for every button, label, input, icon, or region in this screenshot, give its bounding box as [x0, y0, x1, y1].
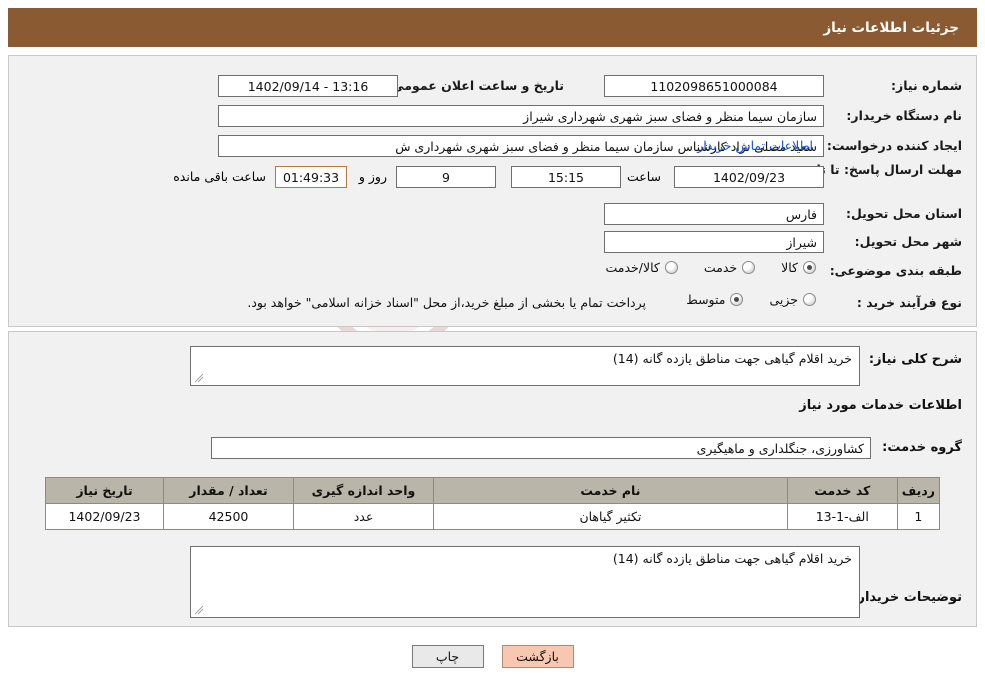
cell-service-name: تکثیر گیاهان [433, 503, 788, 530]
buyer-org-label: نام دستگاه خریدار: [846, 108, 962, 123]
cell-row: 1 [896, 503, 941, 530]
services-table-wrapper: ردیف کد خدمت نام خدمت واحد اندازه گیری ت… [45, 477, 941, 530]
cell-quantity: 42500 [163, 503, 294, 530]
category-option-label: کالا [781, 260, 798, 275]
radio-icon[interactable] [803, 293, 816, 306]
category-radio-group[interactable]: کالا خدمت کالا/خدمت [579, 260, 816, 275]
table-header-row: ردیف کد خدمت نام خدمت واحد اندازه گیری ت… [45, 477, 941, 504]
service-group-field[interactable]: کشاورزی، جنگلداری و ماهیگیری [211, 437, 871, 459]
services-table: ردیف کد خدمت نام خدمت واحد اندازه گیری ت… [45, 477, 941, 530]
col-unit: واحد اندازه گیری [293, 477, 434, 504]
countdown-field: 01:49:33 [275, 166, 347, 188]
category-label: طبقه بندی موضوعی: [829, 263, 962, 278]
time-label: ساعت [626, 169, 661, 184]
buyer-notes-label: توضیحات خریدار: [852, 590, 962, 605]
category-option-kala[interactable]: کالا [781, 260, 816, 275]
purchase-option-jozi[interactable]: جزیی [769, 292, 816, 307]
buyer-notes-value: خرید اقلام گیاهی جهت مناطق یازده گانه (1… [612, 551, 852, 566]
city-field[interactable]: شیراز [604, 231, 824, 253]
general-desc-value: خرید اقلام گیاهی جهت مناطق یازده گانه (1… [612, 351, 852, 366]
window-titlebar: جزئیات اطلاعات نیاز [8, 8, 977, 47]
cell-service-code: الف-1-13 [786, 503, 898, 530]
public-announce-label: تاریخ و ساعت اعلان عمومی: [386, 78, 564, 93]
cell-need-date: 1402/09/23 [45, 503, 164, 530]
need-number-label: شماره نیاز: [891, 78, 962, 93]
col-service-code: کد خدمت [786, 477, 898, 504]
category-option-label: کالا/خدمت [605, 260, 660, 275]
resize-grip-icon[interactable] [194, 605, 204, 615]
creator-label: ایجاد کننده درخواست: [826, 138, 962, 153]
services-info-title: اطلاعات خدمات مورد نیاز [799, 398, 962, 413]
page-root: AriaTender.net جزئیات اطلاعات نیاز شماره… [0, 0, 985, 691]
province-label: استان محل تحویل: [845, 206, 962, 221]
col-quantity: تعداد / مقدار [163, 477, 294, 504]
need-number-row: شماره نیاز: [854, 78, 962, 93]
radio-icon[interactable] [742, 261, 756, 274]
category-option-khedmat[interactable]: خدمت [703, 260, 756, 275]
radio-icon[interactable] [803, 261, 816, 274]
deadline-label: مهلت ارسال پاسخ: تا تاریخ: [790, 162, 962, 177]
service-group-label: گروه خدمت: [882, 440, 962, 455]
col-service-name: نام خدمت [433, 477, 788, 504]
need-details-panel: شرح کلی نیاز: خرید اقلام گیاهی جهت مناطق… [8, 331, 977, 627]
remaining-days-field[interactable]: 9 [396, 166, 496, 188]
purchase-option-label: متوسط [686, 292, 726, 307]
resize-grip-icon[interactable] [194, 373, 204, 383]
city-label: شهر محل تحویل: [854, 234, 962, 249]
deadline-date-field[interactable]: 1402/09/23 [674, 166, 824, 188]
back-button[interactable]: بازگشت [501, 645, 574, 668]
purchase-option-label: جزیی [769, 292, 798, 307]
cell-unit: عدد [293, 503, 434, 530]
buyer-contact-link[interactable]: اطلاعات تماس خریدار [697, 138, 813, 153]
page-title: جزئیات اطلاعات نیاز [823, 19, 959, 36]
purchase-type-label: نوع فرآیند خرید : [856, 295, 962, 310]
buyer-notes-textarea[interactable]: خرید اقلام گیاهی جهت مناطق یازده گانه (1… [190, 546, 860, 618]
purchase-option-motavaset[interactable]: متوسط [686, 292, 744, 307]
general-desc-label: شرح کلی نیاز: [868, 352, 962, 367]
radio-icon[interactable] [730, 293, 744, 306]
need-number-field[interactable]: 1102098651000084 [604, 75, 824, 97]
print-button[interactable]: چاپ [411, 645, 484, 668]
category-option-label: خدمت [703, 260, 738, 275]
need-info-panel: شماره نیاز: 1102098651000084 تاریخ و ساع… [8, 55, 977, 327]
table-row: 1 الف-1-13 تکثیر گیاهان عدد 42500 1402/0… [45, 503, 941, 530]
days-label: روز و [358, 169, 387, 184]
general-desc-textarea[interactable]: خرید اقلام گیاهی جهت مناطق یازده گانه (1… [190, 346, 860, 386]
public-announce-field[interactable]: 13:16 - 1402/09/14 [218, 75, 398, 97]
radio-icon[interactable] [664, 261, 678, 274]
purchase-type-radio-group[interactable]: جزیی متوسط [660, 292, 816, 307]
col-need-date: تاریخ نیاز [45, 477, 164, 504]
province-field[interactable]: فارس [604, 203, 824, 225]
purchase-note: پرداخت تمام یا بخشی از مبلغ خرید،از محل … [247, 295, 646, 310]
buyer-org-field[interactable]: سازمان سیما منظر و فضای سبز شهری شهرداری… [218, 105, 824, 127]
action-buttons: بازگشت چاپ [0, 645, 985, 668]
col-row: ردیف [896, 477, 941, 504]
remaining-label: ساعت باقی مانده [173, 169, 266, 184]
category-option-kala-khedmat[interactable]: کالا/خدمت [605, 260, 678, 275]
deadline-time-field[interactable]: 15:15 [511, 166, 621, 188]
